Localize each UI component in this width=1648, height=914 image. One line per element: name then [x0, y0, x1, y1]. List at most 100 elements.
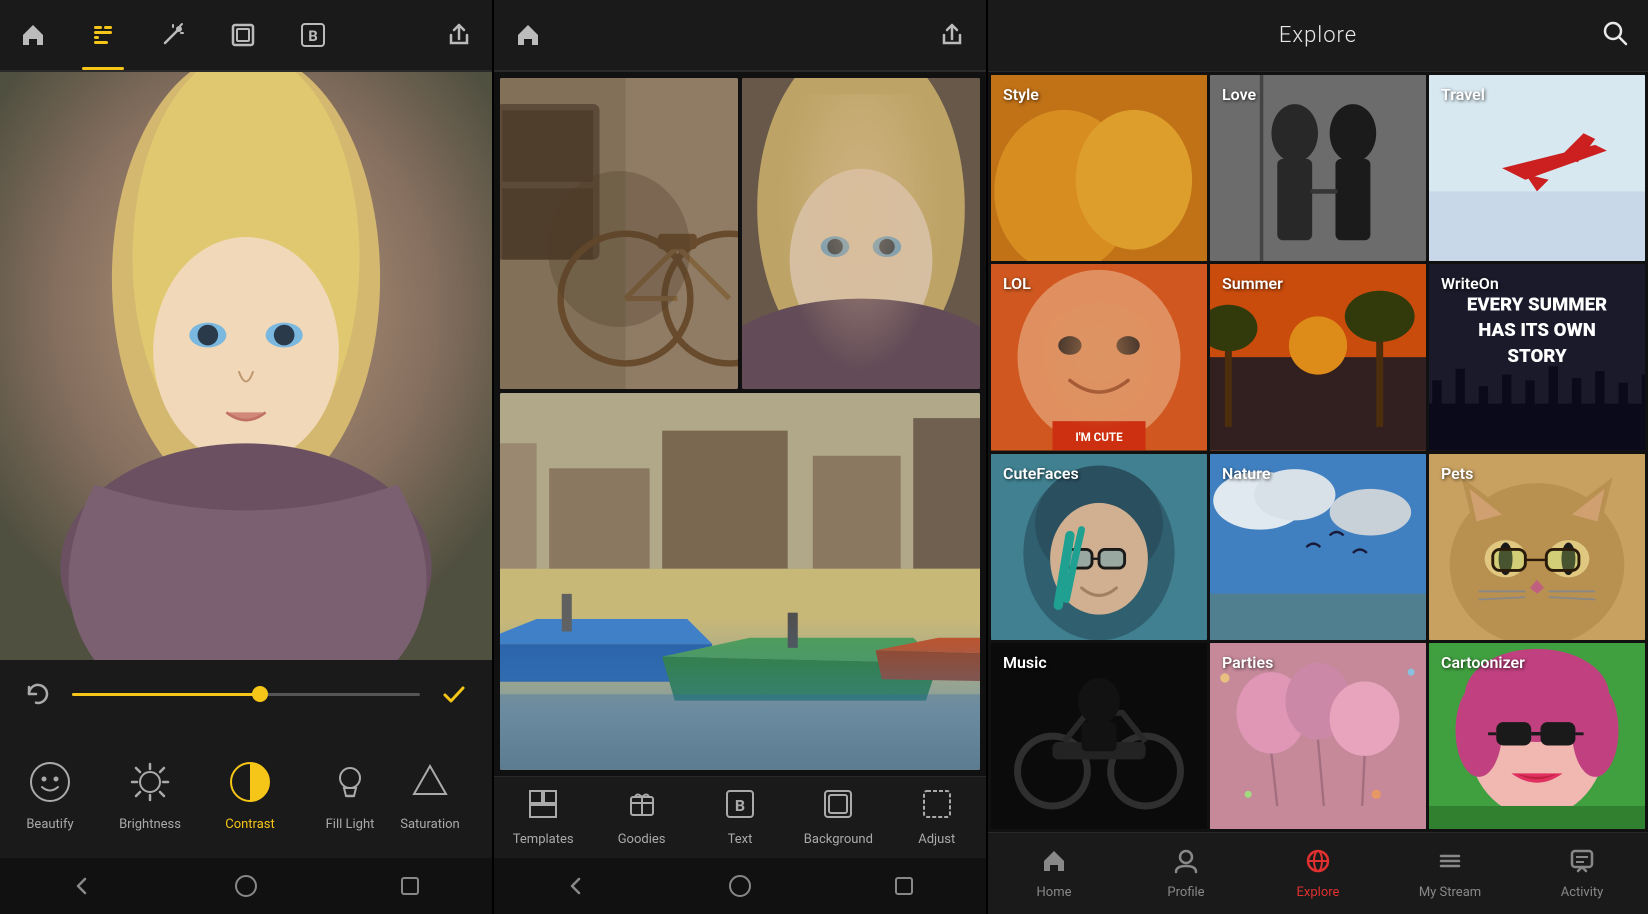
nav-profile[interactable]: Profile	[1136, 848, 1236, 900]
lol-cell[interactable]: I'M CUTE LOL	[991, 264, 1207, 450]
explore-panel: Explore Style	[988, 0, 1648, 914]
collage-cell-bike[interactable]	[500, 78, 738, 389]
brightness-slider[interactable]	[72, 684, 420, 704]
svg-text:B: B	[735, 796, 745, 815]
tools-icon[interactable]	[82, 14, 124, 56]
collage-toolbar	[494, 0, 986, 72]
brightness-label: Brightness	[119, 817, 181, 832]
background-label: Background	[804, 832, 873, 847]
style-label: Style	[1003, 85, 1039, 104]
text-tool[interactable]: B Text	[695, 789, 785, 847]
writeon-label: WriteOn	[1441, 274, 1499, 293]
back-button[interactable]	[57, 861, 107, 911]
beautify-label: Beautify	[26, 817, 73, 832]
editor-nav-bar	[0, 858, 492, 914]
explore-nav-label: Explore	[1297, 885, 1340, 900]
lol-label: LOL	[1003, 274, 1031, 293]
collage-recent-button[interactable]	[879, 861, 929, 911]
confirm-button[interactable]	[432, 672, 476, 716]
saturation-tool[interactable]: Saturation	[400, 728, 460, 858]
collage-nav-bar	[494, 858, 986, 914]
adjust-icon	[922, 789, 952, 826]
collage-home-nav-button[interactable]	[715, 861, 765, 911]
adjust-tool[interactable]: Adjust	[892, 789, 982, 847]
cutefaces-label: CuteFaces	[1003, 464, 1079, 483]
goodies-icon	[627, 789, 657, 826]
music-cell[interactable]: Music	[991, 643, 1207, 829]
home-nav-icon	[1041, 848, 1067, 880]
svg-text:EVERY SUMMER: EVERY SUMMER	[1467, 294, 1607, 316]
wand-icon[interactable]	[152, 14, 194, 56]
nature-label: Nature	[1222, 464, 1270, 483]
svg-text:B: B	[308, 27, 318, 45]
contrast-tool[interactable]: Contrast	[200, 728, 300, 858]
profile-nav-icon	[1173, 848, 1199, 880]
collage-cell-girl[interactable]	[742, 78, 980, 389]
text-icon[interactable]: B	[292, 14, 334, 56]
filllight-tool[interactable]: Fill Light	[300, 728, 400, 858]
pets-cell[interactable]: Pets	[1429, 454, 1645, 640]
frame-icon[interactable]	[222, 14, 264, 56]
templates-label: Templates	[513, 832, 574, 847]
explore-nav-icon	[1305, 848, 1331, 880]
cartoonizer-cell[interactable]: Cartoonizer	[1429, 643, 1645, 829]
adjust-label: Adjust	[918, 832, 955, 847]
background-tool[interactable]: Background	[793, 789, 883, 847]
collage-back-button[interactable]	[551, 861, 601, 911]
summer-label: Summer	[1222, 274, 1283, 293]
explore-header: Explore	[988, 0, 1648, 72]
slider-controls	[0, 660, 492, 728]
svg-text:I'M CUTE: I'M CUTE	[1075, 430, 1123, 444]
collage-bottom-toolbar: Templates Goodies B Text	[494, 776, 986, 858]
collage-cell-boats[interactable]	[500, 393, 980, 770]
text-icon: B	[725, 789, 755, 826]
collage-canvas	[494, 72, 986, 776]
background-icon	[823, 789, 853, 826]
nav-my-stream[interactable]: My Stream	[1400, 848, 1500, 900]
templates-icon	[528, 789, 558, 826]
goodies-tool[interactable]: Goodies	[597, 789, 687, 847]
home-nav-label: Home	[1037, 885, 1072, 900]
nature-cell[interactable]: Nature	[1210, 454, 1426, 640]
summer-cell[interactable]: Summer	[1210, 264, 1426, 450]
writeon-cell[interactable]: EVERY SUMMER HAS ITS OWN STORY WriteOn	[1429, 264, 1645, 450]
music-label: Music	[1003, 653, 1047, 672]
explore-grid: Style Love	[988, 72, 1648, 832]
undo-button[interactable]	[16, 672, 60, 716]
text-label: Text	[728, 832, 753, 847]
nav-activity[interactable]: Activity	[1532, 848, 1632, 900]
nav-explore[interactable]: Explore	[1268, 848, 1368, 900]
activity-nav-label: Activity	[1561, 885, 1604, 900]
home-icon[interactable]	[12, 14, 54, 56]
collage-panel: Templates Goodies B Text	[494, 0, 988, 914]
svg-text:HAS ITS OWN: HAS ITS OWN	[1478, 319, 1596, 341]
beautify-tool[interactable]: Beautify	[0, 728, 100, 858]
portrait-image	[0, 72, 492, 660]
photo-editor-panel: B	[0, 0, 494, 914]
cartoonizer-label: Cartoonizer	[1441, 653, 1525, 672]
activity-nav-icon	[1569, 848, 1595, 880]
contrast-label: Contrast	[225, 817, 275, 832]
share-icon[interactable]	[438, 14, 480, 56]
explore-bottom-nav: Home Profile Explore	[988, 832, 1648, 914]
style-cell[interactable]: Style	[991, 75, 1207, 261]
travel-cell[interactable]: Travel	[1429, 75, 1645, 261]
my-stream-nav-label: My Stream	[1419, 885, 1481, 900]
collage-home-icon[interactable]	[514, 21, 542, 49]
explore-title: Explore	[1279, 23, 1357, 48]
editor-toolbar: B	[0, 0, 492, 72]
recent-apps-button[interactable]	[385, 861, 435, 911]
love-cell[interactable]: Love	[1210, 75, 1426, 261]
parties-cell[interactable]: Parties	[1210, 643, 1426, 829]
filllight-label: Fill Light	[326, 817, 375, 832]
love-label: Love	[1222, 85, 1256, 104]
goodies-label: Goodies	[618, 832, 666, 847]
svg-text:STORY: STORY	[1507, 345, 1567, 367]
brightness-tool[interactable]: Brightness	[100, 728, 200, 858]
templates-tool[interactable]: Templates	[498, 789, 588, 847]
home-nav-button[interactable]	[221, 861, 271, 911]
nav-home[interactable]: Home	[1004, 848, 1104, 900]
cutefaces-cell[interactable]: CuteFaces	[991, 454, 1207, 640]
search-button[interactable]	[1602, 20, 1628, 52]
collage-share-icon[interactable]	[938, 21, 966, 49]
